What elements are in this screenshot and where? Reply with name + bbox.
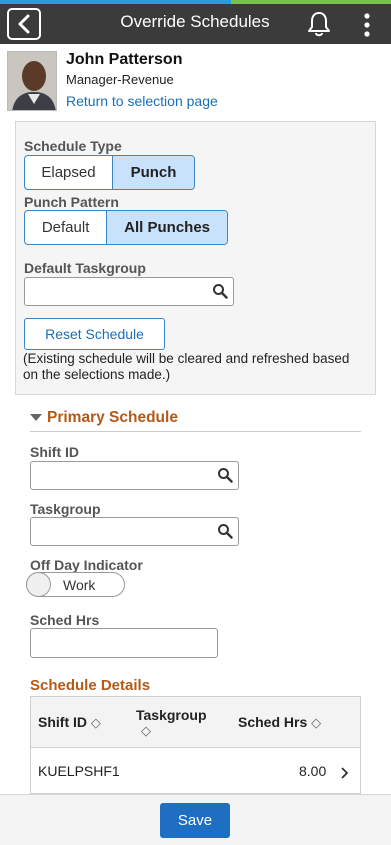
collapse-triangle-icon — [30, 414, 42, 421]
actions-menu-button[interactable] — [355, 12, 379, 38]
sort-icon: ◇ — [311, 715, 322, 730]
sched-hrs-input[interactable] — [30, 628, 218, 658]
search-icon[interactable] — [212, 283, 228, 299]
taskgroup-input[interactable] — [30, 517, 239, 546]
page-footer: Save — [0, 794, 391, 845]
page-title: Override Schedules — [120, 12, 270, 31]
kebab-menu-icon — [364, 13, 370, 37]
table-row[interactable]: KUELPSHF1 8.00 — [31, 749, 360, 795]
off-day-toggle-text: Work — [63, 577, 96, 593]
schedule-type-elapsed[interactable]: Elapsed — [25, 156, 113, 189]
app-header: Override Schedules — [0, 0, 391, 44]
schedule-type-segmented: Elapsed Punch — [24, 155, 195, 190]
schedule-type-punch[interactable]: Punch — [112, 156, 194, 189]
reset-note: (Existing schedule will be cleared and r… — [23, 351, 350, 382]
schedule-options-panel: Schedule Type Elapsed Punch Punch Patter… — [15, 121, 376, 395]
search-icon[interactable] — [217, 467, 233, 483]
schedule-details-grid: Shift ID ◇ Taskgroup ◇ Sched Hrs ◇ KUELP… — [30, 696, 361, 794]
sort-icon: ◇ — [141, 723, 151, 738]
bell-icon — [308, 12, 330, 37]
default-taskgroup-label: Default Taskgroup — [24, 260, 146, 276]
header-accent-stripe — [231, 0, 391, 4]
punch-pattern-label: Punch Pattern — [24, 194, 119, 210]
search-icon[interactable] — [217, 523, 233, 539]
sched-hrs-label: Sched Hrs — [30, 612, 100, 628]
back-button[interactable] — [7, 8, 41, 40]
punch-pattern-segmented: Default All Punches — [24, 210, 228, 245]
schedule-type-label: Schedule Type — [24, 138, 122, 154]
shift-id-input[interactable] — [30, 461, 239, 490]
schedule-details-title: Schedule Details — [30, 677, 151, 694]
save-button[interactable]: Save — [160, 803, 230, 838]
employee-name: John Patterson — [66, 51, 183, 68]
punch-pattern-default[interactable]: Default — [25, 211, 108, 244]
toggle-knob — [26, 572, 51, 597]
cell-shift-id: KUELPSHF1 — [38, 763, 120, 779]
punch-pattern-all-punches[interactable]: All Punches — [107, 211, 227, 244]
column-header-shift-id[interactable]: Shift ID ◇ — [38, 714, 101, 731]
primary-schedule-title: Primary Schedule — [47, 409, 178, 426]
taskgroup-label: Taskgroup — [30, 501, 101, 517]
grid-header: Shift ID ◇ Taskgroup ◇ Sched Hrs ◇ — [31, 697, 360, 748]
chevron-left-icon — [18, 14, 30, 34]
person-photo-icon — [8, 52, 56, 110]
employee-role: Manager-Revenue — [66, 72, 174, 87]
return-to-selection-link[interactable]: Return to selection page — [66, 93, 218, 109]
cell-sched-hrs: 8.00 — [299, 763, 327, 779]
off-day-indicator-label: Off Day Indicator — [30, 557, 143, 573]
shift-id-label: Shift ID — [30, 444, 79, 460]
off-day-toggle[interactable]: Work — [26, 572, 125, 597]
default-taskgroup-input[interactable] — [24, 277, 234, 306]
column-header-taskgroup[interactable]: Taskgroup ◇ — [136, 707, 207, 739]
sort-icon: ◇ — [90, 715, 101, 730]
reset-schedule-button[interactable]: Reset Schedule — [24, 318, 165, 350]
notifications-button[interactable] — [306, 10, 332, 38]
column-header-sched-hrs[interactable]: Sched Hrs ◇ — [238, 714, 321, 731]
chevron-right-icon — [341, 767, 349, 779]
avatar — [7, 51, 57, 111]
primary-schedule-header[interactable]: Primary Schedule — [30, 406, 361, 432]
employee-banner: John Patterson Manager-Revenue Return to… — [0, 44, 391, 121]
